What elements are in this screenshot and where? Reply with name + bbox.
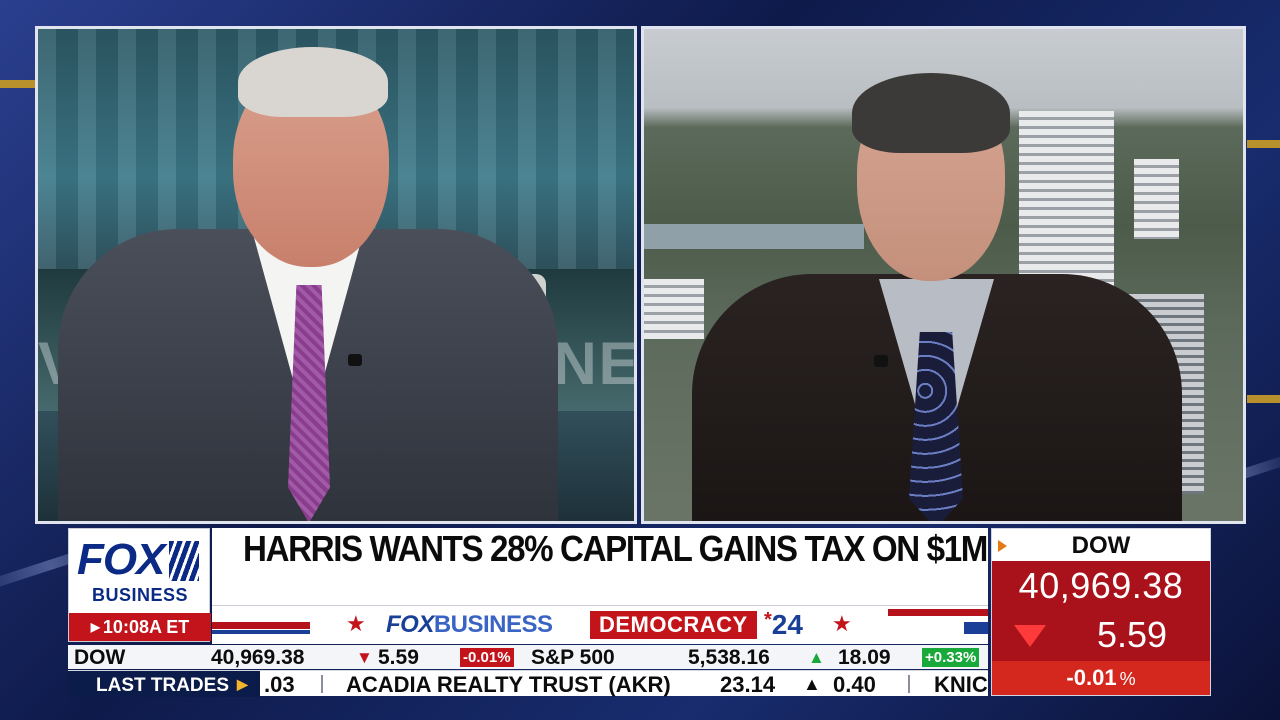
dow-box-pct: -0.01%	[992, 661, 1210, 695]
ticker-dow-change: 5.59	[378, 646, 419, 669]
ticker-separator	[321, 675, 323, 693]
last-trades-text: LAST TRADES	[96, 675, 229, 696]
broadcast-time: ▶ 10:08A ET	[69, 613, 211, 641]
ticker-separator	[908, 675, 910, 693]
play-arrow-icon: ▶	[237, 676, 248, 692]
star-icon: ★	[346, 611, 366, 636]
market-ticker-row: DOW 40,969.38 ▼ 5.59 -0.01% S&P 500 5,53…	[68, 645, 988, 669]
dow-box-pct-unit: %	[1119, 669, 1136, 689]
year-text: 24	[771, 609, 803, 640]
up-arrow-icon: ▲	[803, 674, 821, 694]
headline-banner: HARRIS WANTS 28% CAPITAL GAINS TAX ON $1…	[212, 528, 1148, 606]
background-gold-bar	[1247, 140, 1280, 148]
lapel-microphone	[874, 355, 888, 367]
host-video-panel: VAR RNE	[35, 26, 637, 524]
ticker-prev-tail: .03	[264, 672, 295, 697]
lapel-microphone	[348, 354, 362, 366]
orange-triangle-icon	[998, 540, 1007, 552]
host-person	[38, 29, 634, 521]
headline-text: HARRIS WANTS 28% CAPITAL GAINS TAX ON $1…	[243, 528, 1148, 569]
wordmark-business: BUSINESS	[433, 611, 553, 638]
down-arrow-icon: ▼	[356, 648, 373, 667]
background-gold-bar	[1247, 395, 1280, 403]
strip-red-bar	[212, 622, 310, 629]
guest-person	[644, 29, 1243, 521]
broadcast-time-text: 10:08A ET	[102, 617, 190, 637]
wordmark-fox: FOX	[386, 611, 434, 638]
dow-index-box: DOW 40,969.38 5.59 -0.01%	[991, 528, 1211, 696]
strip-red-bar	[888, 609, 988, 616]
democracy-badge: DEMOCRACY	[590, 611, 757, 639]
ticker-dow-label: DOW	[74, 646, 126, 669]
strip-blue-bar	[964, 622, 988, 634]
down-arrow-icon	[1014, 625, 1046, 647]
dow-box-header: DOW	[992, 529, 1210, 561]
fox-business-logo: FOX BUSINESS ▶ 10:08A ET	[68, 528, 211, 642]
guest-video-panel	[641, 26, 1246, 524]
play-arrow-icon: ▶	[90, 620, 100, 634]
ticker-dow-value: 40,969.38	[211, 646, 305, 669]
ticker-dow-pct: -0.01%	[460, 648, 514, 667]
ticker-sp-pct: +0.33%	[922, 648, 980, 667]
business-logo-word: BUSINESS	[91, 585, 189, 605]
year-prefix-star: *	[764, 609, 772, 631]
ticker-sp-label: S&P 500	[531, 646, 615, 669]
strip-blue-bar	[212, 630, 310, 634]
background-gold-bar	[0, 80, 36, 88]
fox-logo-word: FOX	[77, 535, 165, 584]
ticker-company: ACADIA REALTY TRUST (AKR)	[346, 672, 671, 697]
ticker-price: 23.14	[720, 672, 776, 697]
fox-logo-slash-icon	[169, 541, 199, 581]
dow-box-value: 40,969.38	[1018, 565, 1184, 606]
ticker-next-head: KNIC	[934, 672, 988, 697]
dow-box-change: 5.59	[1096, 614, 1168, 655]
guest-hair	[852, 73, 1010, 153]
last-trades-ticker: LAST TRADES ▶ .03 ACADIA REALTY TRUST (AK…	[68, 670, 988, 697]
last-trades-label: LAST TRADES ▶	[68, 671, 260, 697]
dow-box-pct-value: -0.01	[1066, 665, 1117, 690]
fox-business-wordmark: FOXBUSINESS	[386, 611, 553, 639]
up-arrow-icon: ▲	[808, 648, 825, 667]
dow-box-label: DOW	[1071, 532, 1131, 559]
election-year: *24	[764, 609, 803, 641]
star-icon: ★	[832, 611, 852, 636]
ticker-change: 0.40	[833, 672, 876, 697]
democracy-24-brand-strip: ★ FOXBUSINESS DEMOCRACY *24 ★	[212, 606, 988, 644]
ticker-sp-value: 5,538.16	[688, 646, 770, 669]
host-hair	[238, 47, 388, 117]
ticker-sp-change: 18.09	[838, 646, 891, 669]
